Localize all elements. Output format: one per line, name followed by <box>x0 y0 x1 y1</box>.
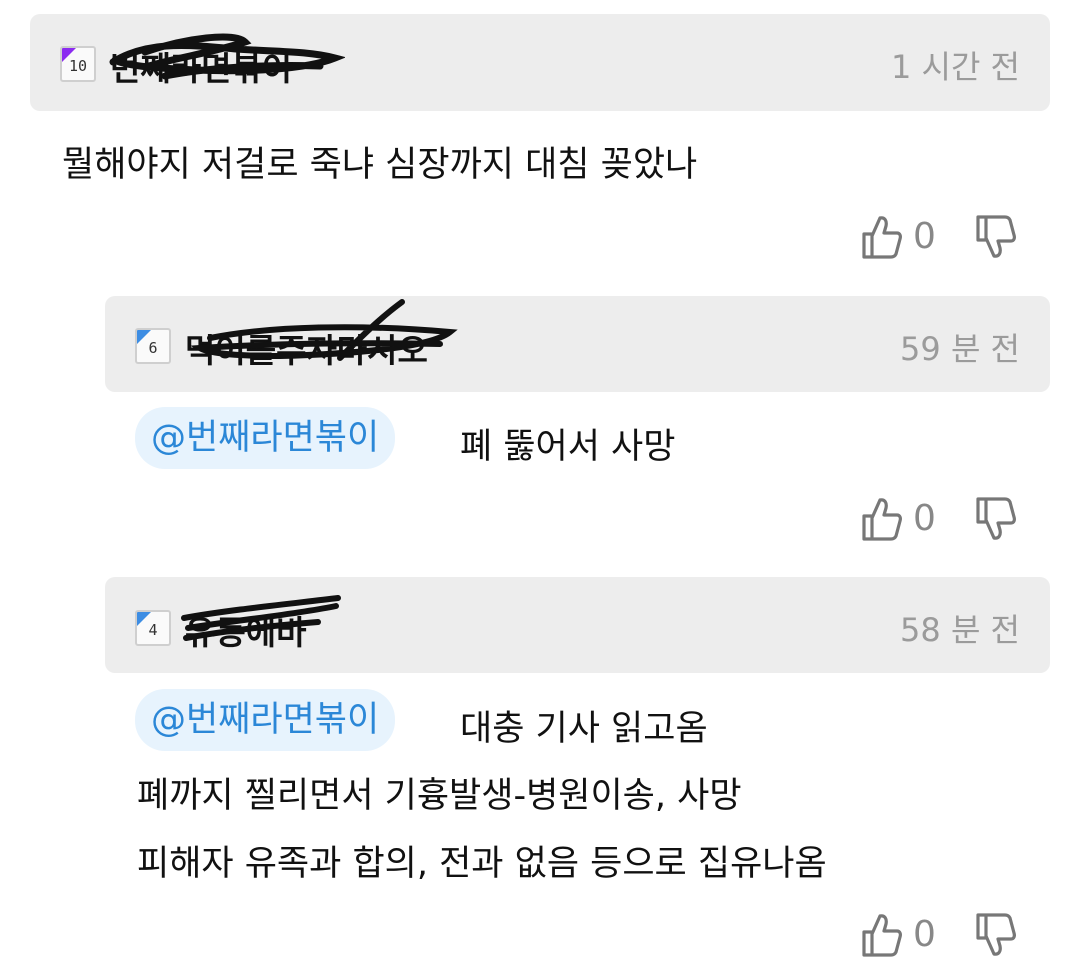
comment-body: 뭘해야지 저걸로 죽냐 심장까지 대침 꽂았나 <box>62 145 698 185</box>
thumbs-up-icon[interactable] <box>861 214 903 260</box>
comment-time: 1 시간 전 <box>890 48 1020 86</box>
thumbs-up-icon[interactable] <box>861 912 903 958</box>
thumbs-up-icon[interactable] <box>861 496 903 542</box>
comment-time: 58 분 전 <box>900 611 1020 649</box>
user-level-badge: 4 <box>135 610 171 646</box>
vote-controls: 0 <box>861 496 1031 544</box>
comment-body-line: 대충 기사 읽고옴 <box>460 709 708 749</box>
comment-body-line: 폐까지 찔리면서 기흉발생-병원이송, 사망 <box>137 776 742 816</box>
author-nickname[interactable]: 번째라면볶이 <box>110 42 292 90</box>
user-level-badge: 6 <box>135 328 171 364</box>
comment-body: 폐 뚫어서 사망 <box>460 427 676 467</box>
like-count: 0 <box>913 914 936 955</box>
user-level-badge: 10 <box>60 46 96 82</box>
like-count: 0 <box>913 498 936 539</box>
vote-controls: 0 <box>861 912 1031 960</box>
comment-time: 59 분 전 <box>900 330 1020 368</box>
like-count: 0 <box>913 216 936 257</box>
author-nickname[interactable]: 먹어를주자마시오 <box>185 324 428 372</box>
comment-body-line: 피해자 유족과 합의, 전과 없음 등으로 집유나옴 <box>137 844 827 884</box>
mention-tag[interactable]: @번째라면볶이 <box>135 407 396 469</box>
vote-controls: 0 <box>861 214 1031 262</box>
mention-tag[interactable]: @번째라면볶이 <box>135 689 396 751</box>
author-nickname[interactable]: 유동에바 <box>185 606 306 654</box>
thumbs-down-icon[interactable] <box>975 496 1017 542</box>
thumbs-down-icon[interactable] <box>975 912 1017 958</box>
thumbs-down-icon[interactable] <box>975 214 1017 260</box>
